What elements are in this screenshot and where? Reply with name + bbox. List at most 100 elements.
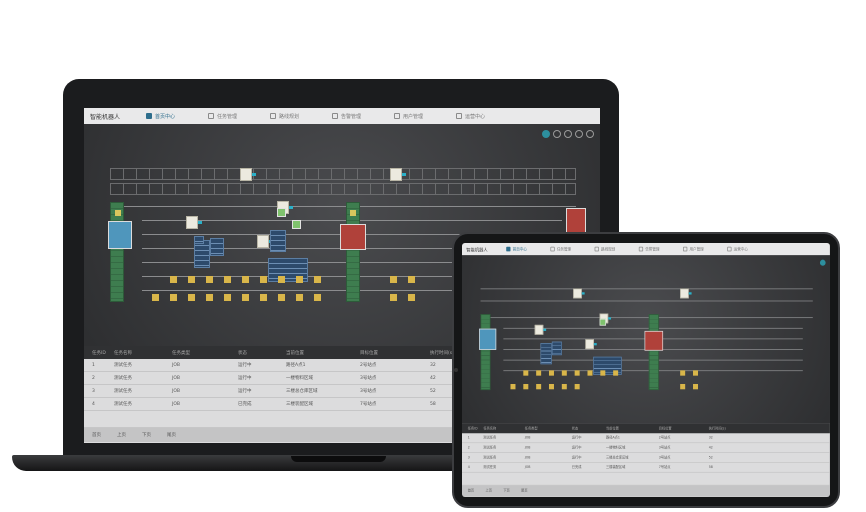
table-cell: JOB [524, 445, 531, 450]
first-page-button[interactable]: 首页 [468, 489, 474, 493]
cargo-box [600, 370, 606, 376]
nav-alarms[interactable]: 告警管理 [638, 246, 683, 252]
charging-station[interactable] [479, 328, 497, 350]
conveyor-track [346, 202, 360, 302]
cargo-box [613, 370, 619, 376]
cargo-box [523, 370, 529, 376]
table-cell: JOB [524, 465, 531, 470]
cargo-box [224, 276, 231, 283]
cargo-box [408, 276, 415, 283]
alarm-icon [332, 113, 338, 119]
robot-marker[interactable] [257, 235, 273, 248]
alarm-station[interactable] [340, 224, 366, 250]
robot-marker[interactable] [390, 168, 406, 181]
table-row[interactable]: 1 测试任务 JOB 运行中 路径A点1 2号站点 32 [462, 433, 830, 444]
robot-marker[interactable] [186, 216, 202, 229]
cargo-box [390, 276, 397, 283]
nav-tasks[interactable]: 任务管理 [550, 246, 594, 252]
cargo-box [314, 294, 321, 301]
nav-users[interactable]: 用户管理 [394, 113, 456, 120]
nav-dashboard[interactable]: 首页中心 [146, 113, 208, 120]
next-page-button[interactable]: 下页 [503, 489, 509, 493]
table-cell: 3 [92, 388, 95, 394]
nav-users[interactable]: 用户管理 [683, 246, 727, 252]
table-row[interactable]: 2 测试任务 JOB 运行中 一楼物料区域 3号站点 42 [462, 443, 830, 453]
table-cell: 测试任务 [114, 402, 132, 407]
alarm-station[interactable] [644, 330, 664, 351]
nav-ops[interactable]: 运营中心 [456, 113, 518, 120]
table-cell: 运行中 [571, 446, 582, 450]
cargo-box [561, 383, 567, 390]
prev-page-button[interactable]: 上页 [486, 489, 492, 493]
table-row-empty [462, 473, 830, 486]
table-header: 任务ID 任务名称 任务类型 状态 当前位置 目标位置 执行时间(s) [462, 423, 830, 434]
robot-marker[interactable] [573, 288, 585, 299]
last-page-button[interactable]: 尾页 [167, 432, 176, 438]
nav-alarms[interactable]: 告警管理 [332, 113, 394, 120]
nav-routes[interactable]: 路线规划 [270, 113, 332, 120]
nav-label: 用户管理 [689, 247, 704, 252]
table-cell: 测试任务 [114, 376, 132, 381]
column-header: 状态 [238, 350, 247, 356]
cargo-box [693, 383, 699, 390]
next-page-button[interactable]: 下页 [142, 432, 151, 438]
nav-label: 路线规划 [601, 247, 616, 252]
nav-ops[interactable]: 运营中心 [727, 246, 771, 252]
nav-label: 首页中心 [512, 247, 527, 252]
cargo-box [574, 370, 580, 376]
table-row[interactable]: 3 测试任务 JOB 运行中 三楼总仓库区域 3号站点 52 [462, 453, 830, 463]
table-cell: 3 [467, 455, 470, 460]
shelf-unit [551, 341, 562, 356]
robot-marker[interactable] [534, 324, 547, 335]
prev-page-button[interactable]: 上页 [117, 432, 126, 438]
table-row[interactable]: 4 测试任务 JOB 已完成 三楼装配区域 7号站点 58 [462, 463, 830, 473]
storage-rack-row [110, 183, 576, 195]
table-cell: 58 [708, 465, 713, 470]
nav-routes[interactable]: 路线规划 [594, 246, 639, 252]
storage-rack-row [110, 168, 576, 180]
app-header: 智能机器人 首页中心 任务管理 路线规划 告警管理 用户管理 运营中心 [462, 243, 830, 256]
laptop-notch [291, 456, 386, 462]
task-table: 任务ID 任务名称 任务类型 状态 当前位置 目标位置 执行时间(s) 1 测试… [462, 423, 830, 497]
table-cell: 4 [467, 465, 470, 470]
app-window-tablet: 智能机器人 首页中心 任务管理 路线规划 告警管理 用户管理 运营中心 任务ID… [462, 243, 830, 497]
shelf-unit [270, 230, 286, 252]
table-cell: 三楼总仓库区域 [606, 455, 629, 460]
robot-marker[interactable] [585, 339, 597, 350]
rail-line [480, 317, 813, 319]
column-header: 任务类型 [524, 426, 538, 431]
table-cell: 7号站点 [360, 402, 377, 407]
cargo-box [170, 276, 177, 283]
cargo-box [296, 294, 303, 301]
cargo-box [242, 294, 249, 301]
nav-label: 路线规划 [279, 113, 300, 120]
cargo-box [260, 294, 267, 301]
robot-marker[interactable] [680, 288, 692, 299]
table-cell: 已完成 [571, 465, 582, 470]
nav-dashboard[interactable]: 首页中心 [506, 246, 550, 252]
charging-station[interactable] [108, 221, 132, 249]
table-cell: 一楼物料区域 [606, 446, 626, 450]
table-cell: JOB [172, 362, 180, 368]
nav-tasks[interactable]: 任务管理 [208, 113, 270, 120]
last-page-button[interactable]: 尾页 [521, 489, 527, 493]
table-cell: 路径A点1 [286, 363, 306, 368]
dashboard-icon [506, 246, 511, 252]
cargo-box [390, 294, 397, 301]
cargo-box [587, 370, 593, 376]
column-header: 当前位置 [606, 426, 619, 431]
robot-marker[interactable] [240, 168, 256, 181]
first-page-button[interactable]: 首页 [92, 432, 101, 438]
cargo-box [224, 294, 231, 301]
ops-icon [456, 113, 462, 119]
table-cell: 1 [467, 435, 470, 440]
plant-map [462, 255, 830, 423]
conveyor-track [648, 314, 659, 391]
table-cell: 三楼装配区域 [286, 402, 313, 407]
shelf-unit [194, 236, 204, 244]
table-cell: 4 [92, 401, 95, 407]
app-title: 智能机器人 [90, 113, 121, 121]
shelf-unit [210, 238, 224, 256]
cargo-box [561, 370, 567, 376]
table-cell: 测试任务 [114, 363, 132, 368]
